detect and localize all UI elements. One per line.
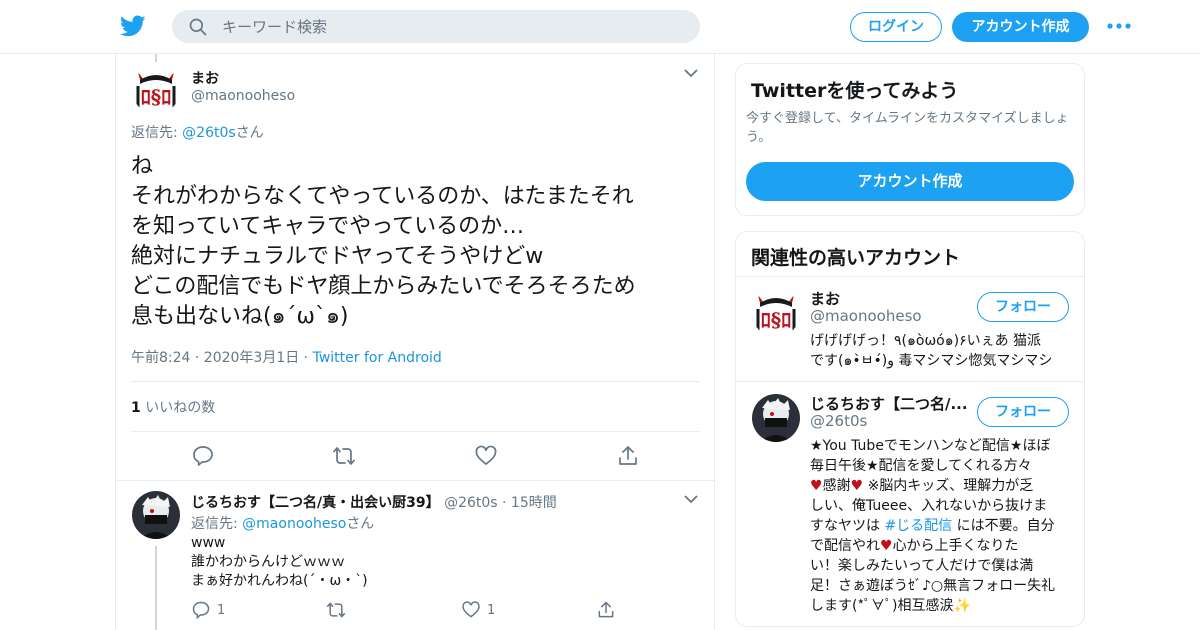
account-handle[interactable]: @maonooheso (810, 307, 922, 325)
tweet-text-line: www (191, 535, 226, 551)
bio-line: すなヤツは #じる配信 には不要。自分 (810, 518, 1055, 534)
signup-card-button[interactable]: アカウント作成 (746, 162, 1074, 201)
retweet-icon[interactable] (332, 444, 356, 468)
avatar[interactable] (752, 394, 800, 442)
tweet-text-line: まぁ好かれんわね(´・ω・`) (191, 573, 368, 589)
signup-card-title: Twitterを使ってみよう (751, 80, 959, 102)
heart-emoji-icon: ♥ (810, 478, 823, 494)
tweet-text-line: 息も出ないね(๑´ω`๑) (131, 304, 349, 329)
tweet-text-line: ね (131, 154, 154, 179)
like-button[interactable]: 1 (461, 600, 495, 620)
thread-connector (155, 54, 157, 62)
divider (131, 381, 700, 382)
related-accounts-title: 関連性の高いアカウント (751, 247, 961, 269)
related-accounts-card: 関連性の高いアカウント ﾛ§ﾛ まお @maonooheso フォロー げげげげ… (735, 231, 1085, 627)
bio-line: しい、俺Tueee、入れないから抜けま (810, 498, 1048, 514)
sparkle-emoji-icon: ✨ (953, 598, 971, 614)
search-icon (189, 18, 207, 36)
signup-button[interactable]: アカウント作成 (952, 12, 1089, 42)
chevron-down-icon[interactable] (684, 68, 698, 78)
search-bar[interactable] (172, 10, 700, 43)
account-name[interactable]: まお (810, 288, 960, 309)
divider (131, 431, 700, 432)
search-input[interactable] (222, 10, 682, 43)
avatar-mao-image: ﾛ§ﾛ (752, 289, 800, 337)
like-count: 1 (487, 602, 496, 618)
reply-icon (192, 601, 210, 620)
reply-button[interactable]: 1 (191, 600, 225, 620)
tweet-time[interactable]: · 15時間 (498, 495, 557, 511)
account-handle[interactable]: @26t0s (810, 412, 867, 430)
top-navigation-bar: ログイン アカウント作成 (0, 0, 1200, 54)
avatar-jiru-image (752, 394, 800, 442)
share-icon[interactable] (616, 444, 640, 468)
bio-line: です(๑•̀ㅂ•́)و 毒マシマシ惚気マシマシ (810, 353, 1053, 369)
author-handle[interactable]: @maonooheso (191, 88, 295, 104)
bio-line: します(*ﾟ∀ﾟ)相互感涙✨ (810, 598, 971, 614)
share-icon (598, 601, 614, 618)
avatar-jiru-image (132, 491, 180, 539)
author-name[interactable]: じるちおす【二つ名/真・出会い厨39】 (191, 495, 440, 511)
bio-line: 毎日午後★配信を愛してくれる方々 (810, 458, 1032, 474)
reply-context: 返信先: @26t0sさん (131, 125, 264, 141)
avatar-mao-image: ﾛ§ﾛ (132, 66, 180, 114)
bio-line: で配信やれ♥心から上手くなりた (810, 538, 1019, 554)
svg-text:ﾛ§ﾛ: ﾛ§ﾛ (761, 308, 791, 332)
author-name[interactable]: まお (191, 68, 219, 88)
tweet-text-line: どこの配信でもドヤ顔上からみたいでそろそろため (131, 274, 636, 299)
reply-icon[interactable] (191, 444, 215, 468)
author-handle[interactable]: @26t0s (444, 495, 498, 511)
hashtag-link[interactable]: #じる配信 (884, 518, 952, 534)
reply-tweet-actions: 1 1 (191, 600, 631, 620)
account-name[interactable]: じるちおす【二つ名/... (810, 393, 970, 414)
tweet-actions (116, 444, 716, 470)
retweet-button[interactable] (326, 600, 346, 620)
thread-connector (155, 546, 157, 630)
reply-to-link[interactable]: @maonooheso (242, 516, 346, 532)
tweet-text-line: それがわからなくてやっているのか、はたまたそれ (131, 184, 634, 209)
bio-line: 足！さぁ遊ぼうｾﾞ♪○無言フォロー失礼 (810, 578, 1056, 594)
reply-tweet-header: じるちおす【二つ名/真・出会い厨39】 @26t0s · 15時間 (191, 492, 557, 512)
chevron-down-icon[interactable] (684, 494, 698, 504)
bio-line: ★You Tubeでモンハンなど配信★ほぼ (810, 438, 1051, 454)
bio-line: げげげげっ！٩(๑òωó๑)۶いぇあ 猫派 (810, 333, 1042, 349)
heart-emoji-icon: ♥ (850, 478, 864, 494)
tweet-timestamp: 午前8:24 · 2020年3月1日 · Twitter for Android (131, 350, 442, 366)
tweet-text-line: 絶対にナチュラルでドヤってそうやけどw (131, 244, 544, 269)
login-button[interactable]: ログイン (850, 12, 942, 42)
reply-count: 1 (217, 602, 226, 618)
follow-button[interactable]: フォロー (977, 292, 1069, 322)
tweet-text: ね それがわからなくてやっているのか、はたまたそれ を知っていてキャラでやってい… (131, 152, 691, 332)
like-count-stat[interactable]: 1 いいねの数 (131, 397, 215, 417)
like-icon (462, 601, 480, 618)
divider (736, 276, 1084, 277)
heart-emoji-icon: ♥ (880, 538, 893, 554)
avatar[interactable]: ﾛ§ﾛ (752, 289, 800, 337)
tweet-text-line: 誰かわからんけどｗｗｗ (191, 554, 345, 570)
reply-to-link[interactable]: @26t0s (182, 125, 236, 141)
bio-line: ♥感謝♥ ※脳内キッズ、理解力が乏 (810, 478, 1034, 494)
divider (116, 480, 714, 481)
share-button[interactable] (596, 600, 616, 620)
like-icon[interactable] (474, 444, 498, 468)
divider (736, 381, 1084, 382)
reply-context: 返信先: @maonoohesoさん (191, 516, 375, 532)
tweet-thread: ﾛ§ﾛ まお @maonooheso 返信先: @26t0sさん ね それがわか… (115, 54, 715, 630)
avatar[interactable] (132, 491, 180, 539)
tweet-source-link[interactable]: Twitter for Android (313, 350, 442, 366)
account-bio: ★You Tubeでモンハンなど配信★ほぼ 毎日午後★配信を愛してくれる方々 ♥… (810, 436, 1078, 616)
tweet-text-line: を知っていてキャラでやっているのか… (131, 214, 525, 239)
bio-line: い！楽しみたいって人だけで僕は満 (810, 558, 1034, 574)
account-bio: げげげげっ！٩(๑òωó๑)۶いぇあ 猫派 です(๑•̀ㅂ•́)و 毒マシマシ惚… (810, 331, 1075, 371)
signup-card: Twitterを使ってみよう 今すぐ登録して、タイムラインをカスタマイズしましょ… (735, 63, 1085, 216)
tweet-text: www 誰かわからんけどｗｗｗ まぁ好かれんわね(´・ω・`) (191, 534, 368, 591)
follow-button[interactable]: フォロー (977, 397, 1069, 427)
svg-text:ﾛ§ﾛ: ﾛ§ﾛ (141, 85, 171, 109)
avatar[interactable]: ﾛ§ﾛ (132, 66, 180, 114)
more-dots-icon[interactable] (1106, 20, 1132, 32)
retweet-icon (326, 602, 346, 618)
twitter-logo-icon[interactable] (119, 13, 147, 39)
signup-card-text: 今すぐ登録して、タイムラインをカスタマイズしましょう。 (746, 111, 1069, 145)
